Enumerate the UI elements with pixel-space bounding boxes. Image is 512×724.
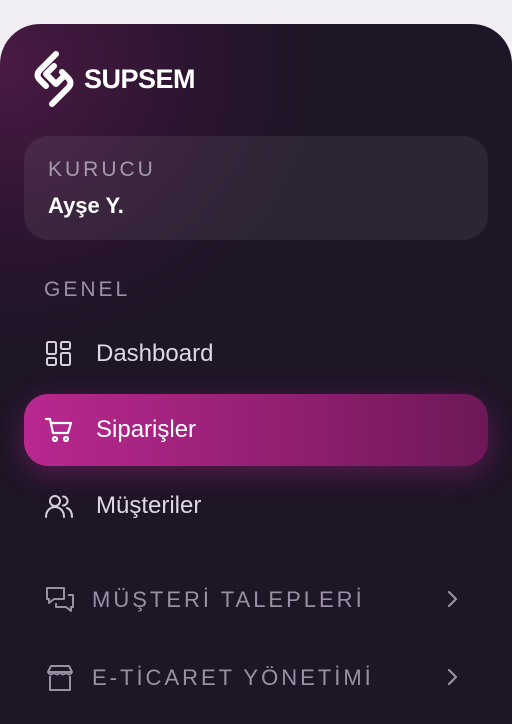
sidebar-group-label: MÜŞTERİ TALEPLERİ xyxy=(92,587,365,612)
section-label-general: GENEL xyxy=(44,278,131,301)
sidebar-group-label: E-TİCARET YÖNETİMİ xyxy=(92,665,374,690)
store-icon xyxy=(47,665,73,691)
sidebar-group-customer-requests[interactable]: MÜŞTERİ TALEPLERİ xyxy=(24,568,488,632)
shopping-cart-icon xyxy=(44,417,73,443)
dashboard-grid-icon xyxy=(46,341,71,366)
sidebar-item-label: Siparişler xyxy=(96,416,197,443)
sidebar-item-customers[interactable]: Müşteriler xyxy=(24,470,488,542)
sidebar-item-dashboard[interactable]: Dashboard xyxy=(24,318,488,390)
user-name: Ayşe Y. xyxy=(48,193,124,218)
sidebar-group-ecommerce[interactable]: E-TİCARET YÖNETİMİ xyxy=(24,646,488,710)
chevron-right-icon xyxy=(447,590,458,608)
sidebar-item-label: Müşteriler xyxy=(96,492,202,519)
users-icon xyxy=(45,495,73,518)
brand-name: SUPSEM xyxy=(84,63,196,94)
chat-bubbles-icon xyxy=(46,587,74,612)
supsem-logo-icon xyxy=(34,51,74,107)
sidebar-item-orders[interactable]: Siparişler xyxy=(24,394,488,466)
chevron-right-icon xyxy=(447,668,458,686)
user-card[interactable]: KURUCU Ayşe Y. xyxy=(24,136,488,240)
brand-logo[interactable]: SUPSEM xyxy=(30,46,196,112)
sidebar: SUPSEM KURUCU Ayşe Y. GENEL Dashboard Si… xyxy=(0,24,512,724)
sidebar-item-label: Dashboard xyxy=(96,340,214,367)
user-role: KURUCU xyxy=(48,158,156,181)
